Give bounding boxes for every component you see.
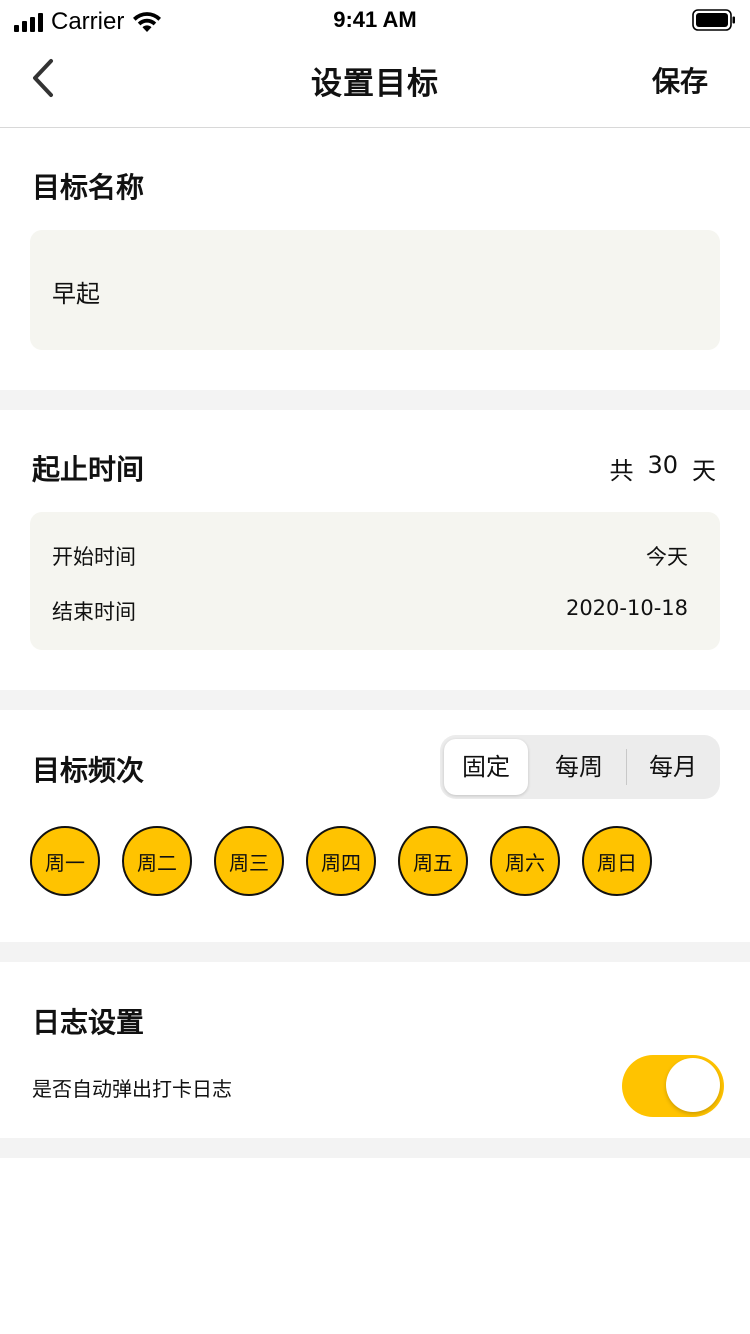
battery-icon xyxy=(692,9,735,31)
duration-box: 开始时间 今天 结束时间 2020-10-18 xyxy=(30,512,720,650)
status-time: 9:41 AM xyxy=(333,7,417,32)
day-thursday[interactable]: 周四 xyxy=(306,826,376,896)
day-tuesday[interactable]: 周二 xyxy=(122,826,192,896)
section-divider xyxy=(0,942,750,962)
segment-fixed[interactable]: 固定 xyxy=(444,739,528,795)
navigation-bar: 设置目标 保存 xyxy=(0,40,750,128)
frequency-title: 目标频次 xyxy=(32,754,145,787)
goal-name-title: 目标名称 xyxy=(32,171,145,204)
toggle-knob xyxy=(666,1058,720,1112)
goal-name-field[interactable]: 早起 xyxy=(30,230,720,350)
total-days: 共 30 天 xyxy=(609,451,716,486)
goal-name-value: 早起 xyxy=(52,280,100,308)
frequency-segmented-control: 固定 每周 每月 xyxy=(440,735,720,799)
day-friday[interactable]: 周五 xyxy=(398,826,468,896)
total-prefix: 共 xyxy=(609,457,634,485)
segment-divider xyxy=(626,749,627,785)
section-divider xyxy=(0,1138,750,1158)
log-settings-title: 日志设置 xyxy=(32,1006,145,1039)
section-divider xyxy=(0,690,750,710)
total-days-value: 30 xyxy=(647,451,678,479)
end-time-value: 2020-10-18 xyxy=(565,596,688,620)
duration-title: 起止时间 xyxy=(32,453,145,486)
day-sunday[interactable]: 周日 xyxy=(582,826,652,896)
end-time-label: 结束时间 xyxy=(52,600,136,624)
day-saturday[interactable]: 周六 xyxy=(490,826,560,896)
auto-popup-label: 是否自动弹出打卡日志 xyxy=(32,1077,232,1101)
auto-popup-toggle[interactable] xyxy=(622,1055,724,1117)
segment-monthly[interactable]: 每月 xyxy=(630,739,716,795)
start-time-label: 开始时间 xyxy=(52,545,136,569)
day-wednesday[interactable]: 周三 xyxy=(214,826,284,896)
page-title: 设置目标 xyxy=(311,66,439,102)
section-divider xyxy=(0,390,750,410)
day-monday[interactable]: 周一 xyxy=(30,826,100,896)
start-time-value: 今天 xyxy=(646,545,688,569)
save-button[interactable]: 保存 xyxy=(652,60,708,100)
status-bar: Carrier 9:41 AM xyxy=(0,0,750,40)
segment-weekly[interactable]: 每周 xyxy=(534,739,624,795)
total-suffix: 天 xyxy=(692,457,716,485)
